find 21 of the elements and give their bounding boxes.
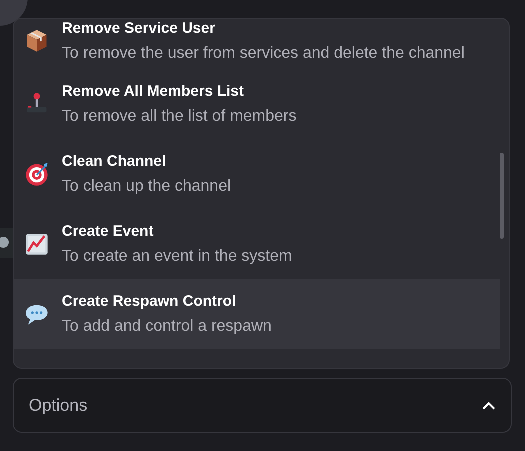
menu-item[interactable]: Create Respawn Control To add and control a respawn	[14, 279, 500, 349]
status-dot	[0, 237, 9, 248]
target-icon	[24, 161, 50, 187]
options-panel[interactable]: Options	[13, 378, 512, 433]
command-title: Create Event	[62, 222, 155, 240]
command-title: Remove Service User	[62, 20, 216, 36]
menu-item[interactable]: Create Event To create an event in the system	[14, 209, 500, 279]
command-title: Create Respawn Control	[62, 292, 238, 310]
command-description: To create an event in the system	[62, 248, 292, 266]
command-title: Remove All Members List	[62, 82, 245, 100]
command-description: To clean up the channel	[62, 178, 232, 196]
command-title: Clean Channel	[62, 152, 168, 170]
command-description: To add and control a respawn	[62, 318, 272, 336]
command-description: To remove all the list of members	[62, 108, 297, 126]
menu-item[interactable]: Remove Service User To remove the user from services and delete the channel	[14, 19, 500, 69]
command-description: To remove the user from services and delete the channel	[62, 44, 465, 62]
menu-item[interactable]: Remove All Members List To remove all the list of members	[14, 69, 500, 139]
menu-item[interactable]: Clean Channel To clean up the channel	[14, 139, 500, 209]
scrollbar-thumb[interactable]	[500, 153, 504, 239]
options-label: Options	[29, 396, 88, 416]
chevron-icon[interactable]	[482, 400, 496, 410]
